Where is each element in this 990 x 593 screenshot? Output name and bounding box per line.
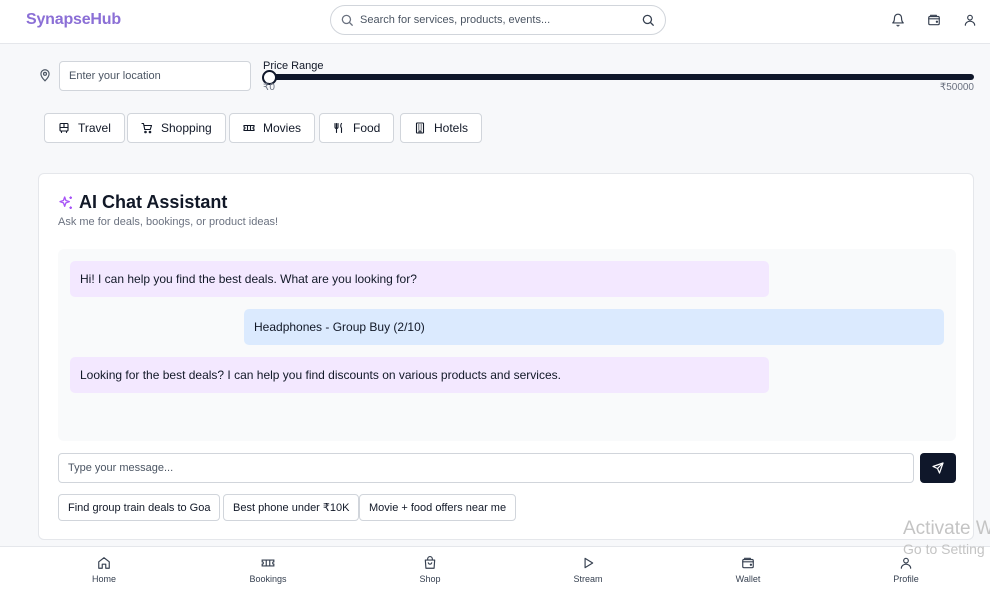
nav-home[interactable]: Home bbox=[74, 556, 134, 584]
location-input[interactable] bbox=[59, 61, 251, 91]
user-icon bbox=[900, 557, 912, 569]
top-bar: SynapseHub bbox=[0, 0, 990, 44]
price-range-slider[interactable] bbox=[263, 74, 974, 80]
chat-title-text: AI Chat Assistant bbox=[79, 192, 228, 212]
chat-subtitle: Ask me for deals, bookings, or product i… bbox=[58, 216, 279, 228]
ticket-icon bbox=[261, 559, 275, 567]
bell-icon[interactable] bbox=[891, 13, 905, 27]
message-text: Headphones - Group Buy (2/10) bbox=[254, 320, 425, 334]
price-max-label: ₹50000 bbox=[939, 82, 974, 93]
message-text: Looking for the best deals? I can help y… bbox=[80, 368, 561, 382]
category-label: Movies bbox=[263, 121, 302, 135]
wallet-icon[interactable] bbox=[927, 13, 941, 27]
category-label: Food bbox=[353, 121, 381, 135]
send-icon bbox=[932, 462, 944, 474]
category-hotels-button[interactable]: Hotels bbox=[400, 113, 483, 143]
suggestion-chip[interactable]: Find group train deals to Goa bbox=[58, 494, 221, 521]
nav-wallet[interactable]: Wallet bbox=[718, 556, 778, 584]
bus-icon bbox=[59, 122, 69, 134]
nav-label: Bookings bbox=[249, 574, 287, 584]
cart-icon bbox=[141, 122, 153, 134]
category-label: Hotels bbox=[434, 121, 469, 135]
search-icon bbox=[341, 14, 353, 26]
bottom-nav: Home Bookings Shop Stream Wallet Profile bbox=[0, 546, 990, 593]
ai-chat-card: AI Chat Assistant Ask me for deals, book… bbox=[38, 173, 974, 540]
price-min-label: ₹0 bbox=[263, 82, 275, 93]
category-label: Shopping bbox=[161, 121, 212, 135]
suggestion-chip[interactable]: Best phone under ₹10K bbox=[223, 494, 360, 521]
nav-label: Home bbox=[91, 574, 116, 584]
nav-label: Stream bbox=[573, 574, 603, 584]
search-submit-icon[interactable] bbox=[641, 13, 655, 27]
nav-label: Shop bbox=[419, 574, 441, 584]
brand-logo[interactable]: SynapseHub bbox=[26, 11, 121, 29]
send-button[interactable] bbox=[920, 453, 956, 483]
chat-messages: Hi! I can help you find the best deals. … bbox=[58, 249, 956, 441]
nav-shop[interactable]: Shop bbox=[400, 556, 460, 584]
wallet-icon bbox=[742, 557, 754, 569]
category-movies-button[interactable]: Movies bbox=[229, 113, 316, 143]
chat-title: AI Chat Assistant bbox=[58, 192, 227, 213]
user-message: Headphones - Group Buy (2/10) bbox=[244, 309, 944, 345]
sparkles-icon bbox=[59, 195, 72, 209]
bag-icon bbox=[424, 556, 436, 569]
location-pin-icon bbox=[40, 69, 50, 82]
search-input[interactable] bbox=[360, 10, 640, 30]
category-food-button[interactable]: Food bbox=[319, 113, 395, 143]
play-icon bbox=[584, 557, 594, 569]
ticket-icon bbox=[243, 124, 255, 132]
nav-bookings[interactable]: Bookings bbox=[238, 556, 298, 584]
building-icon bbox=[415, 122, 425, 134]
nav-stream[interactable]: Stream bbox=[558, 556, 618, 584]
message-text: Hi! I can help you find the best deals. … bbox=[80, 272, 417, 286]
chat-message-input[interactable] bbox=[58, 453, 914, 483]
category-label: Travel bbox=[78, 121, 111, 135]
user-icon[interactable] bbox=[963, 13, 977, 27]
utensils-icon bbox=[334, 122, 343, 134]
nav-label: Profile bbox=[893, 574, 919, 584]
nav-profile[interactable]: Profile bbox=[876, 556, 936, 584]
category-shopping-button[interactable]: Shopping bbox=[127, 113, 226, 143]
bot-message: Hi! I can help you find the best deals. … bbox=[70, 261, 769, 297]
suggestion-chip[interactable]: Movie + food offers near me bbox=[359, 494, 517, 521]
category-travel-button[interactable]: Travel bbox=[44, 113, 125, 143]
nav-label: Wallet bbox=[735, 574, 761, 584]
search-bar[interactable] bbox=[330, 5, 666, 35]
bot-message: Looking for the best deals? I can help y… bbox=[70, 357, 769, 393]
home-icon bbox=[98, 557, 110, 569]
